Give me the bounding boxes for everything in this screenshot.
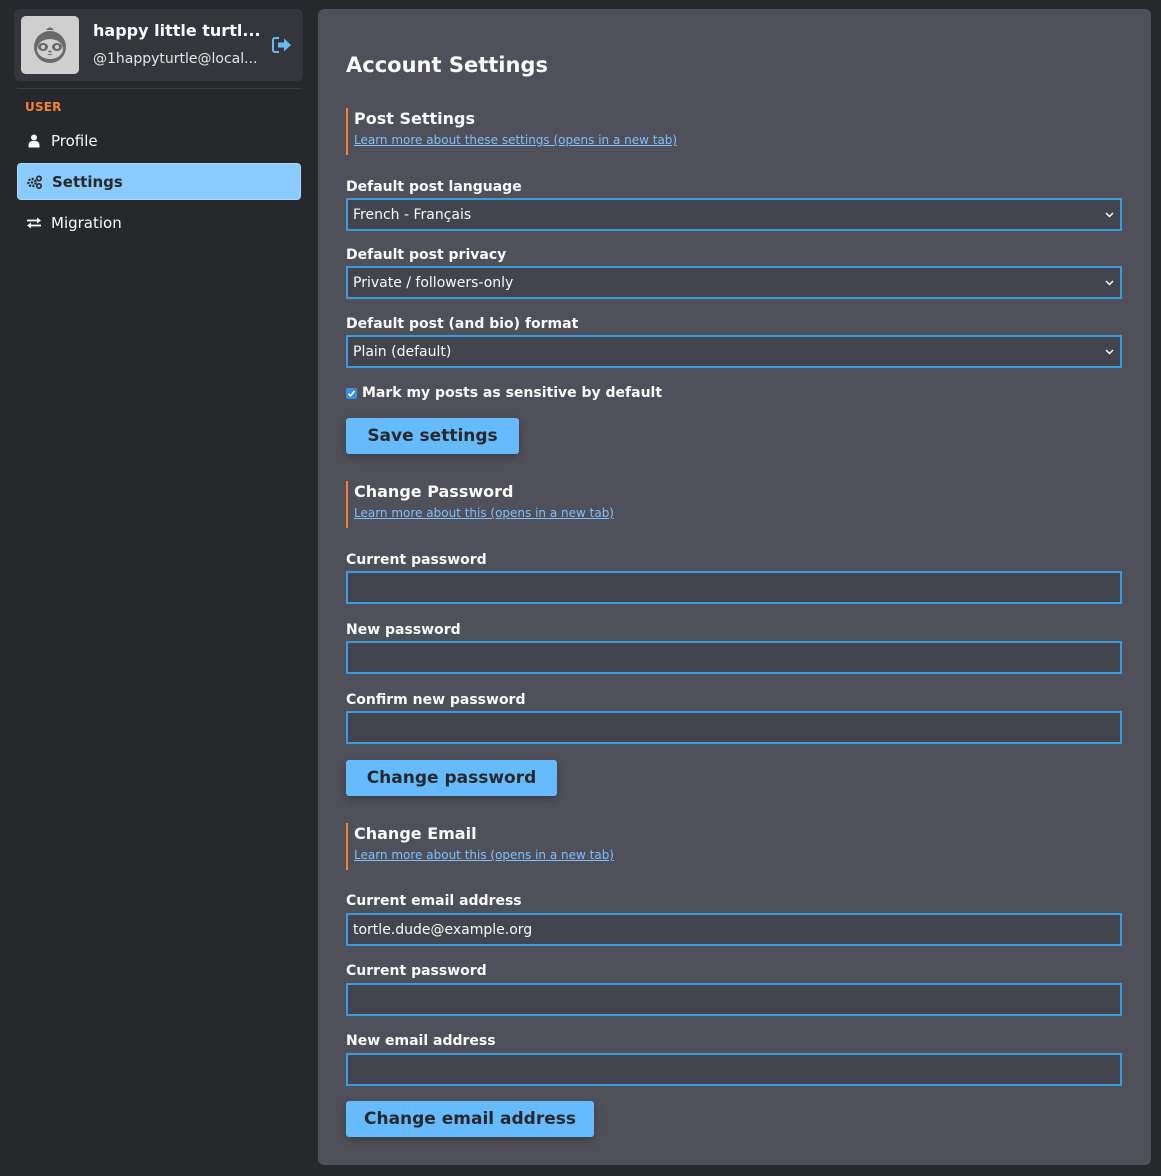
sidebar: happy little turtl... @1happyturtle@loca…	[0, 0, 318, 1176]
post-settings-heading: Post Settings	[354, 109, 475, 128]
email-current-password-input[interactable]	[346, 983, 1122, 1016]
confirm-password-input[interactable]	[346, 711, 1122, 744]
current-email-input[interactable]	[346, 913, 1122, 946]
change-email-header: Change Email Learn more about this (open…	[346, 823, 846, 870]
chevron-down-icon	[1105, 212, 1114, 218]
sloth-avatar-icon[interactable]	[21, 16, 79, 74]
sidebar-item-profile[interactable]: Profile	[17, 122, 301, 159]
sensitive-default-row: Mark my posts as sensitive by default	[346, 385, 662, 401]
email-current-password-label: Current password	[346, 963, 487, 979]
change-password-heading: Change Password	[354, 482, 514, 501]
change-password-learn-more-link[interactable]: Learn more about this (opens in a new ta…	[354, 506, 846, 520]
page-title: Account Settings	[346, 53, 548, 77]
gears-icon	[27, 174, 43, 190]
default-post-language-label: Default post language	[346, 179, 522, 195]
sidebar-item-migration[interactable]: Migration	[17, 204, 301, 241]
current-email-label: Current email address	[346, 893, 522, 909]
user-icon	[26, 133, 42, 149]
change-email-button[interactable]: Change email address	[346, 1101, 594, 1137]
current-password-input[interactable]	[346, 571, 1122, 604]
post-settings-header: Post Settings Learn more about these set…	[346, 108, 846, 155]
main-panel: Account Settings Post Settings Learn mor…	[318, 9, 1151, 1165]
change-email-learn-more-link[interactable]: Learn more about this (opens in a new ta…	[354, 848, 846, 862]
current-password-label: Current password	[346, 552, 487, 568]
logout-icon[interactable]	[271, 35, 293, 55]
change-password-button[interactable]: Change password	[346, 760, 557, 796]
post-settings-learn-more-link[interactable]: Learn more about these settings (opens i…	[354, 133, 846, 147]
default-post-language-select[interactable]: French - Français	[346, 198, 1122, 231]
check-icon	[347, 389, 356, 397]
default-post-privacy-value: Private / followers-only	[353, 274, 514, 291]
sidebar-item-label: Migration	[51, 213, 122, 232]
new-password-input[interactable]	[346, 641, 1122, 674]
change-password-header: Change Password Learn more about this (o…	[346, 481, 846, 528]
sidebar-section-user: USER	[25, 100, 62, 114]
new-email-label: New email address	[346, 1033, 496, 1049]
default-post-format-value: Plain (default)	[353, 343, 452, 360]
sidebar-divider	[17, 88, 301, 89]
sidebar-item-settings[interactable]: Settings	[17, 163, 301, 200]
account-card: happy little turtl... @1happyturtle@loca…	[14, 9, 303, 81]
default-post-language-value: French - Français	[353, 206, 472, 223]
chevron-down-icon	[1105, 349, 1114, 355]
exchange-icon	[26, 215, 42, 231]
account-display-name: happy little turtl...	[93, 21, 261, 40]
new-password-label: New password	[346, 622, 461, 638]
chevron-down-icon	[1105, 280, 1114, 286]
new-email-input[interactable]	[346, 1053, 1122, 1086]
default-post-format-label: Default post (and bio) format	[346, 316, 579, 332]
sensitive-default-label: Mark my posts as sensitive by default	[362, 385, 663, 401]
sidebar-item-label: Profile	[51, 131, 98, 150]
default-post-format-select[interactable]: Plain (default)	[346, 335, 1122, 368]
default-post-privacy-label: Default post privacy	[346, 247, 507, 263]
save-settings-button[interactable]: Save settings	[346, 418, 519, 454]
sensitive-default-checkbox[interactable]	[346, 387, 357, 399]
confirm-password-label: Confirm new password	[346, 692, 526, 708]
change-email-heading: Change Email	[354, 824, 477, 843]
settings-page: happy little turtl... @1happyturtle@loca…	[0, 0, 1161, 1176]
default-post-privacy-select[interactable]: Private / followers-only	[346, 266, 1122, 299]
sidebar-item-label: Settings	[52, 172, 123, 191]
account-handle: @1happyturtle@local...	[93, 51, 258, 67]
